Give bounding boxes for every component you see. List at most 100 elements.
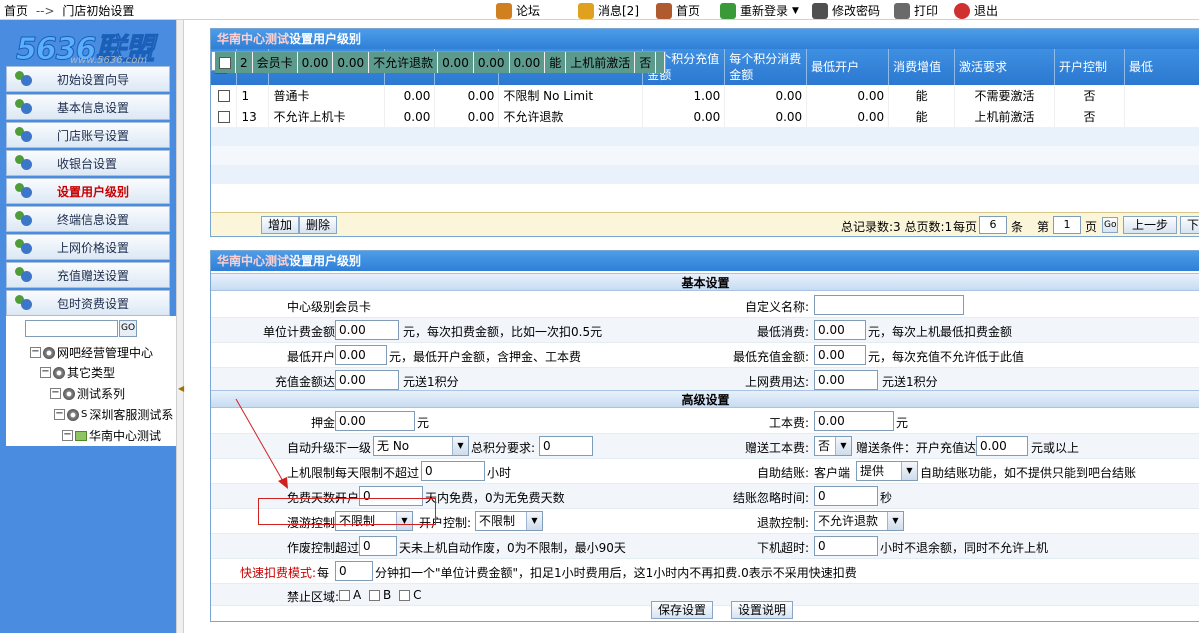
per-page-input[interactable]: 6 bbox=[979, 216, 1007, 234]
empty-row bbox=[211, 165, 1199, 184]
users-icon bbox=[13, 210, 35, 228]
settings-help-button[interactable]: 设置说明 bbox=[731, 601, 794, 619]
table-row[interactable]: 13 不允许上机卡 0.00 0.00 不允许退款 0.00 0.00 0.00… bbox=[211, 106, 1199, 127]
sidebar-item-cashier[interactable]: 收银台设置 bbox=[6, 150, 170, 176]
min-open-input[interactable]: 0.00 bbox=[335, 345, 387, 365]
empty-row bbox=[211, 146, 1199, 165]
col-bonus[interactable]: 消费增值 bbox=[888, 49, 956, 85]
row-checkbox[interactable] bbox=[217, 90, 230, 102]
computer-icon bbox=[75, 430, 87, 441]
row-checkbox[interactable] bbox=[217, 111, 230, 123]
chevron-down-icon[interactable]: ▼ bbox=[835, 437, 851, 455]
timeout-input[interactable]: 0 bbox=[814, 536, 878, 556]
custom-name-input[interactable] bbox=[814, 295, 964, 315]
limit-input[interactable]: 0 bbox=[421, 461, 485, 481]
sidebar-item-basic-info[interactable]: 基本信息设置 bbox=[6, 94, 170, 120]
fee-input[interactable]: 0.00 bbox=[814, 411, 894, 431]
tree-node-test-series[interactable]: − 测试系列 bbox=[50, 385, 125, 402]
relogin-label: 重新登录 bbox=[740, 4, 789, 18]
relogin-link[interactable]: 重新登录 ▼ bbox=[720, 2, 799, 19]
sidebar-item-net-price[interactable]: 上网价格设置 bbox=[6, 234, 170, 260]
delete-button[interactable]: 删除 bbox=[299, 216, 338, 234]
panel-title-text: 设置用户级别 bbox=[289, 254, 362, 268]
forum-link[interactable]: 论坛 bbox=[496, 2, 540, 19]
chevron-down-icon[interactable]: ▼ bbox=[452, 437, 468, 455]
home-link[interactable]: 首页 bbox=[656, 2, 700, 19]
sidebar-item-recharge-gift[interactable]: 充值赠送设置 bbox=[6, 262, 170, 288]
sidebar-item-terminal[interactable]: 终端信息设置 bbox=[6, 206, 170, 232]
auto-upgrade-select[interactable]: 无 No ▼ bbox=[373, 436, 469, 456]
tree-search-input[interactable] bbox=[25, 320, 118, 337]
print-link[interactable]: 打印 bbox=[894, 2, 938, 19]
splitter-arrow-icon[interactable]: ◀ bbox=[178, 384, 184, 393]
tree-node-label: 测试系列 bbox=[77, 387, 126, 401]
splitter[interactable] bbox=[176, 20, 184, 633]
chevron-down-icon[interactable]: ▼ bbox=[526, 512, 542, 530]
gift-fee-select[interactable]: 否 ▼ bbox=[814, 436, 852, 456]
users-icon bbox=[13, 182, 35, 200]
collapse-icon[interactable]: − bbox=[62, 430, 73, 441]
zone-options: A B C bbox=[335, 588, 422, 602]
tree-node-root[interactable]: − 网吧经营管理中心 bbox=[30, 344, 153, 361]
min-charge-input[interactable]: 0.00 bbox=[814, 345, 866, 365]
message-label: 消息[2] bbox=[598, 4, 639, 18]
zone-a-checkbox[interactable] bbox=[339, 590, 350, 601]
fast-deduct-label: 快速扣费模式: bbox=[239, 566, 316, 580]
void-input[interactable]: 0 bbox=[359, 536, 397, 556]
fast-deduct-input[interactable]: 0 bbox=[335, 561, 373, 581]
sidebar-item-store-account[interactable]: 门店账号设置 bbox=[6, 122, 170, 148]
deposit-input[interactable]: 0.00 bbox=[335, 411, 415, 431]
password-link[interactable]: 修改密码 bbox=[812, 2, 880, 19]
tree-node-shenzhen[interactable]: − S 深圳客服测试系 bbox=[54, 406, 173, 423]
unit-fee-input[interactable]: 0.00 bbox=[335, 320, 399, 340]
sidebar-item-package[interactable]: 包时资费设置 bbox=[6, 290, 170, 316]
unit-fee-hint: 元，每次扣费金额，比如一次扣0.5元 bbox=[403, 325, 603, 339]
collapse-icon[interactable]: − bbox=[40, 367, 51, 378]
points-requirement-input[interactable]: 0 bbox=[539, 436, 593, 456]
col-activate[interactable]: 激活要求 bbox=[954, 49, 1055, 85]
charge-reach-input[interactable]: 0.00 bbox=[335, 370, 399, 390]
row-checkbox[interactable] bbox=[219, 57, 231, 69]
exit-link[interactable]: 退出 bbox=[954, 2, 998, 19]
col-min-open[interactable]: 最低开户 bbox=[806, 49, 890, 85]
open-ctrl-select[interactable]: 不限制 ▼ bbox=[475, 511, 543, 531]
collapse-icon[interactable]: − bbox=[30, 347, 41, 358]
sidebar-item-user-level[interactable]: 设置用户级别 bbox=[6, 178, 170, 204]
tree-go-button[interactable]: GO bbox=[119, 320, 137, 337]
self-checkout-select[interactable]: 提供 ▼ bbox=[856, 461, 918, 481]
go-button[interactable]: Go bbox=[1102, 217, 1119, 233]
collapse-icon[interactable]: − bbox=[50, 388, 61, 399]
add-button[interactable]: 增加 bbox=[261, 216, 300, 234]
ignore-time-input[interactable]: 0 bbox=[814, 486, 878, 506]
page-input[interactable]: 1 bbox=[1053, 216, 1081, 234]
gift-fee-post: 元或以上 bbox=[1031, 441, 1080, 455]
breadcrumb-home[interactable]: 首页 bbox=[4, 4, 28, 18]
col-open-ctrl[interactable]: 开户控制 bbox=[1054, 49, 1125, 85]
tree-node-other[interactable]: − 其它类型 bbox=[40, 364, 115, 381]
prev-button[interactable]: 上一步 bbox=[1123, 216, 1178, 234]
net-fee-input[interactable]: 0.00 bbox=[814, 370, 878, 390]
zone-b-checkbox[interactable] bbox=[369, 590, 381, 601]
min-consume-input[interactable]: 0.00 bbox=[814, 320, 866, 340]
chevron-down-icon[interactable]: ▼ bbox=[887, 512, 903, 530]
sidebar-item-setup-wizard[interactable]: 初始设置向导 bbox=[6, 66, 170, 92]
col-min[interactable]: 最低 bbox=[1124, 49, 1199, 85]
chevron-down-icon[interactable]: ▼ bbox=[901, 462, 917, 480]
charge-reach-label: 充值金额达: bbox=[274, 375, 339, 389]
save-settings-button[interactable]: 保存设置 bbox=[651, 601, 714, 619]
min-consume-label: 最低消费: bbox=[756, 325, 809, 339]
col-consume-per-point[interactable]: 每个积分消费金额 bbox=[724, 49, 808, 85]
next-button[interactable]: 下 bbox=[1180, 216, 1199, 234]
collapse-icon[interactable]: − bbox=[54, 409, 65, 420]
open-ctrl-value: 不限制 bbox=[479, 514, 516, 528]
zone-c-checkbox[interactable] bbox=[399, 590, 411, 601]
min-charge-hint: 元，每次充值不允许低于此值 bbox=[868, 350, 1025, 364]
table-row[interactable]: 2 会员卡 0.00 0.00 不允许退款 0.00 0.00 0.00 能 上… bbox=[211, 51, 667, 73]
message-link[interactable]: 消息[2] bbox=[578, 2, 639, 19]
panel-title: 华南中心测试设置用户级别 bbox=[211, 29, 1199, 49]
refund-select[interactable]: 不允许退款 ▼ bbox=[814, 511, 904, 531]
table-row[interactable]: 1 普通卡 0.00 0.00 不限制 No Limit 1.00 0.00 0… bbox=[211, 85, 1199, 106]
gift-fee-input[interactable]: 0.00 bbox=[976, 436, 1028, 456]
per-page-unit: 条 bbox=[1011, 220, 1024, 234]
tree-node-huanan[interactable]: − 华南中心测试 bbox=[62, 427, 161, 444]
